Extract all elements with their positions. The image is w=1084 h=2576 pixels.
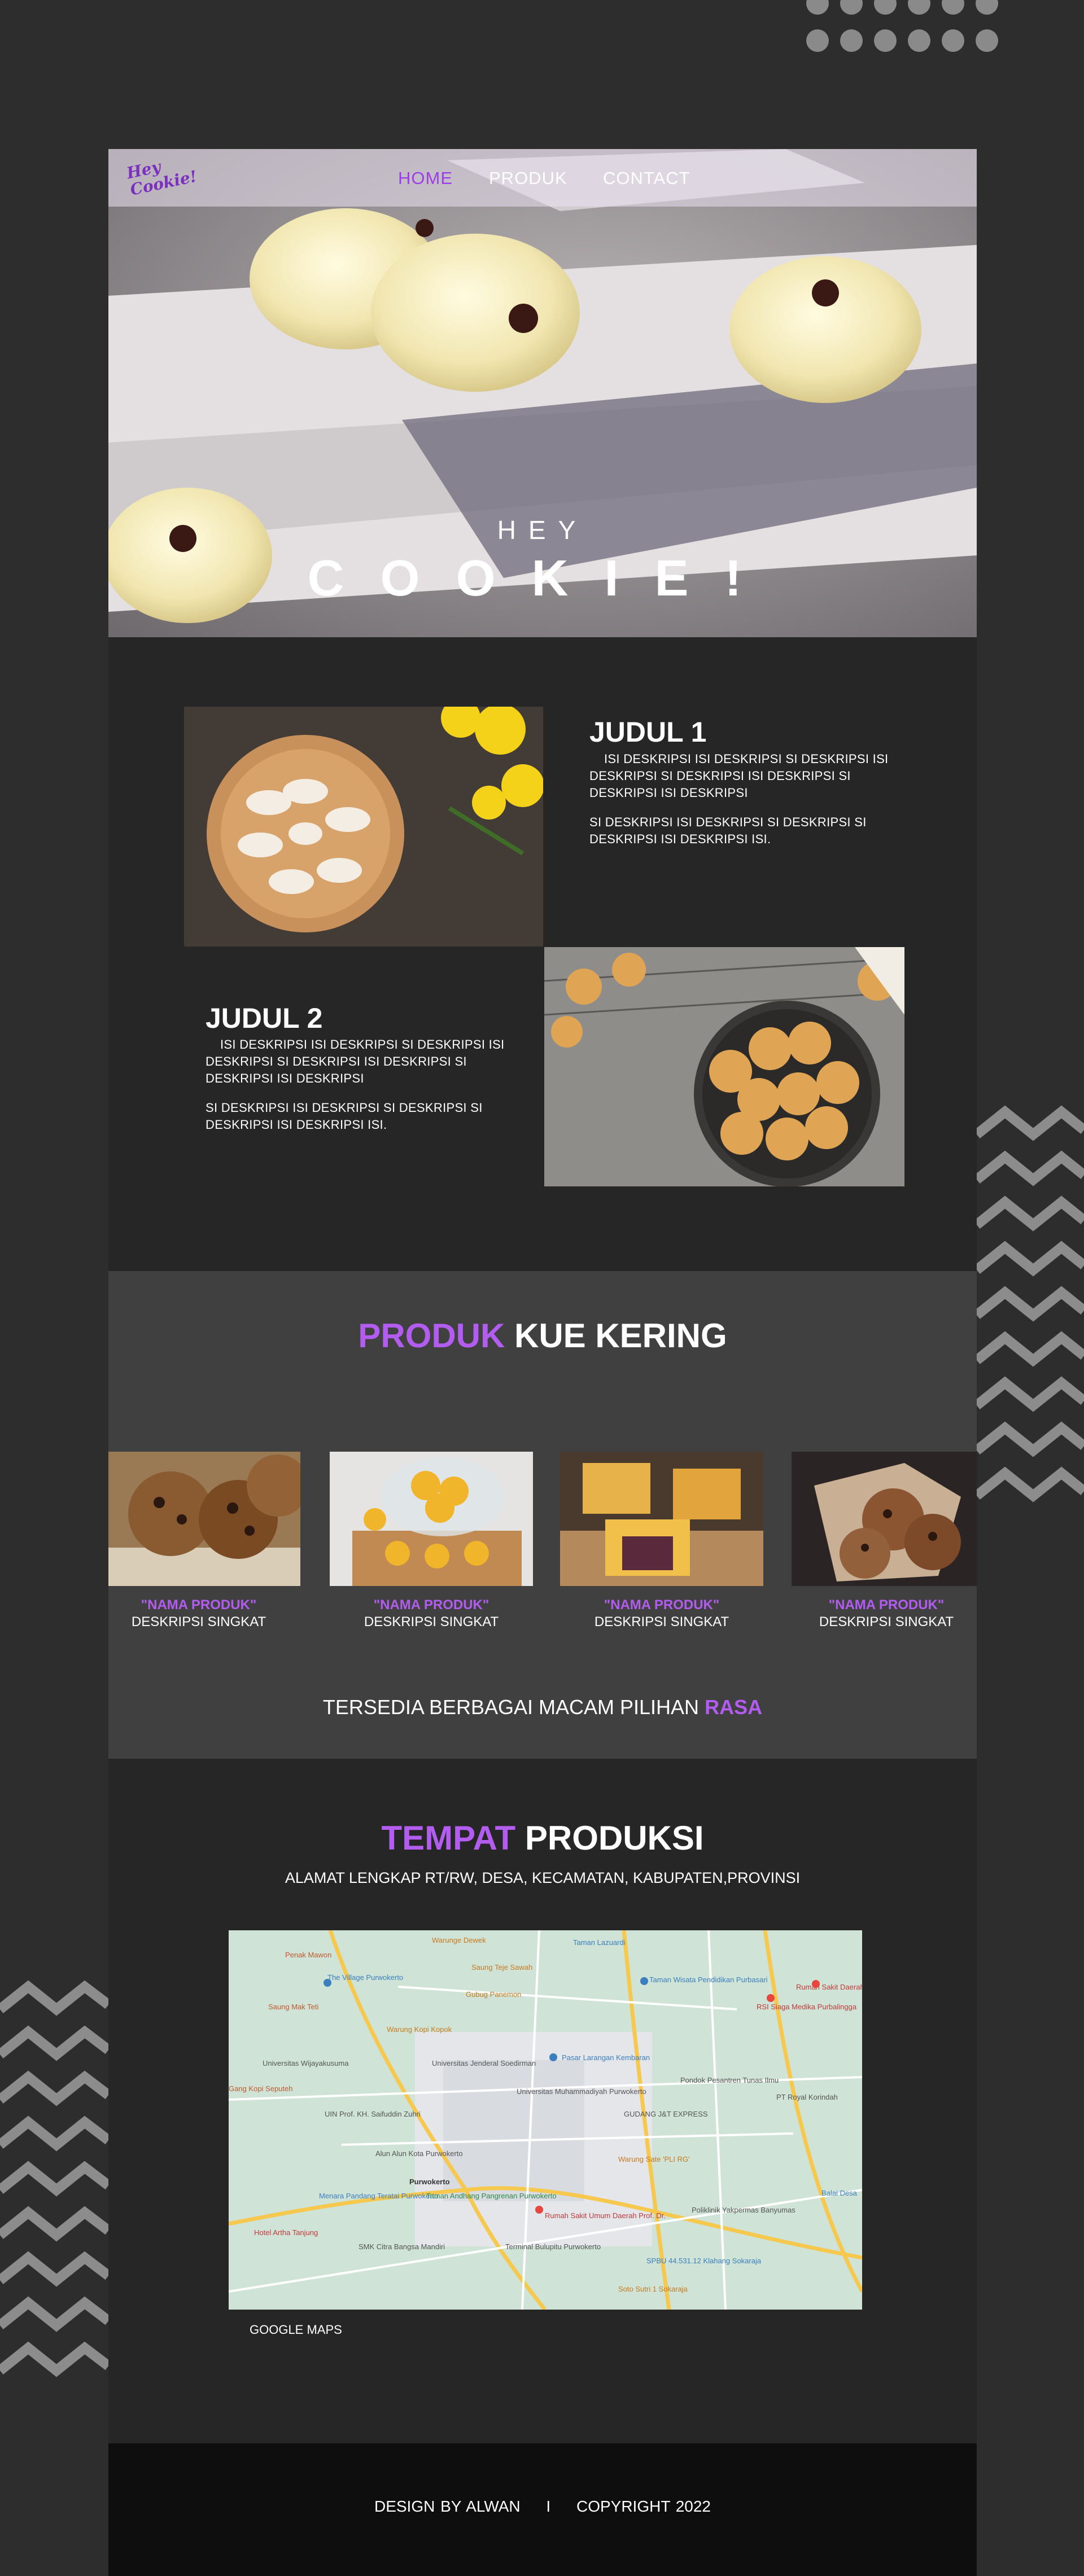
map-label: Saung Teje Sawah — [471, 1963, 532, 1972]
map-label: GUDANG J&T EXPRESS — [624, 2110, 708, 2118]
nav-contact-link[interactable]: CONTACT — [603, 168, 690, 189]
map-caption: GOOGLE MAPS — [250, 2323, 342, 2337]
products-tagline: TERSEDIA BERBAGAI MACAM PILIHAN RASA — [108, 1696, 977, 1719]
zigzag-decoration-right — [977, 1105, 1084, 1502]
location-title-rest: PRODUKSI — [524, 1819, 704, 1857]
zigzag-decoration-left — [0, 1980, 108, 2377]
about-title-2: JUDUL 2 — [206, 1002, 323, 1034]
product-image-1 — [108, 1452, 300, 1586]
about-desc-1b: SI DESKRIPSI ISI DESKRIPSI SI DESKRIPSI … — [589, 815, 867, 846]
map-label: Pondok Pesantren Tunas Ilmu — [680, 2076, 779, 2084]
map-label: Gubug Panemon — [466, 1990, 521, 1999]
decorative-dots — [804, 0, 1007, 56]
products-title: PRODUK KUE KERING — [108, 1316, 977, 1355]
about-title-1: JUDUL 1 — [589, 716, 707, 748]
product-name-4[interactable]: "NAMA PRODUK" — [796, 1597, 977, 1613]
map-label: Taman Wisata Pendidikan Purbasari — [649, 1975, 768, 1984]
map-label: Pasar Larangan Kembaran — [562, 2053, 650, 2062]
map-label: RSI Siaga Medika Purbalingga — [757, 2003, 857, 2011]
google-map[interactable]: Warunge Dewek Penak Mawon Taman Lazuardi… — [229, 1930, 862, 2310]
map-label: Warung Sate 'PLI RG' — [618, 2155, 690, 2163]
location-title: TEMPAT PRODUKSI — [108, 1819, 977, 1857]
nav-bar: Hey Cookie! HOME PRODUK CONTACT — [108, 149, 977, 207]
product-desc-2: DESKRIPSI SINGKAT — [364, 1614, 499, 1629]
map-label: Purwokerto — [409, 2178, 450, 2186]
product-desc-3: DESKRIPSI SINGKAT — [594, 1614, 729, 1629]
footer-text: DESIGN BY ALWAN I COPYRIGHT 2022 — [108, 2498, 977, 2516]
map-label: Alun Alun Kota Purwokerto — [375, 2149, 463, 2158]
map-label: Taman Andhang Pangrenan Purwokerto — [426, 2192, 557, 2200]
products-section: PRODUK KUE KERING "NAMA PRODUK" DESKRIPS… — [108, 1271, 977, 1759]
about-desc-2b: SI DESKRIPSI ISI DESKRIPSI SI DESKRIPSI … — [206, 1101, 483, 1132]
map-label: Gang Kopi Seputeh — [229, 2084, 292, 2093]
about-image-1 — [184, 707, 543, 947]
map-label: Hotel Artha Tanjung — [254, 2228, 318, 2237]
footer: DESIGN BY ALWAN I COPYRIGHT 2022 — [108, 2443, 977, 2576]
location-title-accent: TEMPAT — [381, 1819, 516, 1857]
map-label: Balai Desa — [821, 2189, 858, 2197]
map-label: Poliklinik Yakpermas Banyumas — [692, 2206, 795, 2214]
product-name-1[interactable]: "NAMA PRODUK" — [108, 1597, 289, 1613]
footer-separator: I — [546, 2498, 551, 2515]
map-label: Saung Mak Teti — [268, 2003, 318, 2011]
map-label: Menara Pandang Teratai Purwokerto — [319, 2192, 439, 2200]
map-label: Taman Lazuardi — [573, 1938, 626, 1947]
product-desc-4: DESKRIPSI SINGKAT — [819, 1614, 954, 1629]
hero-section: Hey Cookie! HOME PRODUK CONTACT HEY COOK… — [108, 149, 977, 637]
hero-kicker: HEY — [497, 515, 588, 545]
map-label: Warunge Dewek — [432, 1936, 486, 1944]
map-label: SPBU 44.531.12 Klahang Sokaraja — [646, 2257, 762, 2265]
about-desc-1a: ISI DESKRIPSI ISI DESKRIPSI SI DESKRIPSI… — [589, 752, 889, 800]
address-text: ALAMAT LENGKAP RT/RW, DESA, KECAMATAN, K… — [285, 1869, 801, 1886]
footer-credit: DESIGN BY ALWAN — [374, 2498, 521, 2515]
product-name-2[interactable]: "NAMA PRODUK" — [341, 1597, 522, 1613]
map-label: Terminal Bulupitu Purwokerto — [505, 2242, 601, 2251]
map-label: Rumah Sakit Umum Daerah Prof. Dr. — [545, 2211, 666, 2220]
map-label: UIN Prof. KH. Saifuddin Zuhri — [325, 2110, 421, 2118]
product-name-3[interactable]: "NAMA PRODUK" — [571, 1597, 752, 1613]
map-label: The Village Purwokerto — [327, 1973, 403, 1982]
tagline-text: TERSEDIA BERBAGAI MACAM PILIHAN — [322, 1696, 700, 1719]
tagline-accent: RASA — [705, 1696, 763, 1719]
hero-title: COOKIE! — [307, 550, 778, 607]
nav-produk-link[interactable]: PRODUK — [489, 168, 567, 189]
logo[interactable]: Hey Cookie! — [125, 154, 198, 204]
map-label: Penak Mawon — [285, 1951, 331, 1959]
map-label: Universitas Jenderal Soedirman — [432, 2059, 536, 2067]
about-desc-2a: ISI DESKRIPSI ISI DESKRIPSI SI DESKRIPSI… — [206, 1037, 505, 1085]
product-image-4 — [792, 1452, 977, 1586]
map-label: Soto Sutri 1 Sokaraja — [618, 2285, 688, 2293]
map-label: Universitas Muhammadiyah Purwokerto — [517, 2087, 646, 2096]
about-image-2 — [544, 947, 904, 1186]
products-title-accent: PRODUK — [358, 1317, 505, 1355]
product-desc-1: DESKRIPSI SINGKAT — [131, 1614, 266, 1629]
product-image-2 — [330, 1452, 533, 1586]
product-image-3 — [560, 1452, 763, 1586]
products-title-rest: KUE KERING — [514, 1317, 727, 1355]
nav-home-link[interactable]: HOME — [398, 168, 453, 189]
map-label: PT Royal Korindah — [776, 2093, 838, 2101]
map-label: Universitas Wijayakusuma — [263, 2059, 349, 2067]
map-label: Rumah Sakit Daerah (RSUD) — [796, 1983, 862, 1991]
map-label: Warung Kopi Kopok — [387, 2025, 452, 2034]
footer-copyright: COPYRIGHT 2022 — [576, 2498, 711, 2515]
map-label: SMK Citra Bangsa Mandiri — [359, 2242, 445, 2251]
